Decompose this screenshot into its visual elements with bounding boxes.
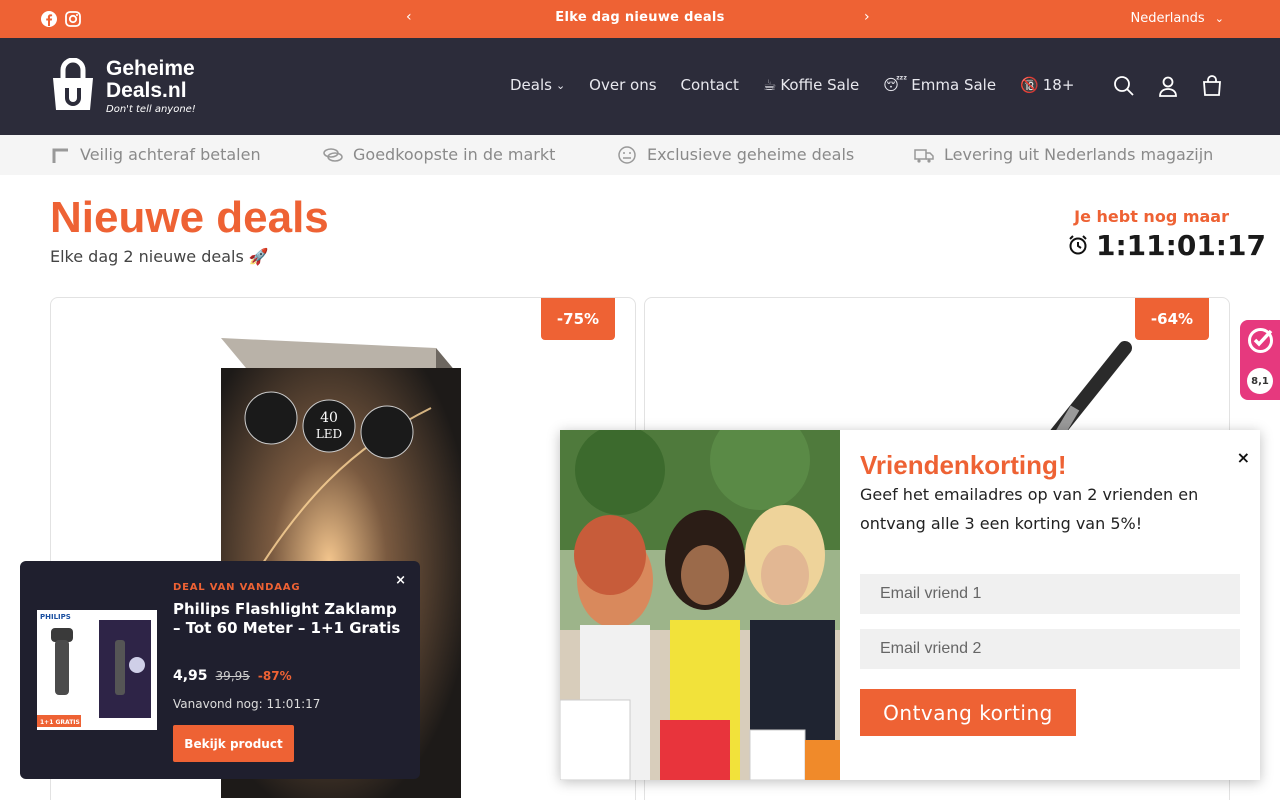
nav-item-over-ons[interactable]: Over ons	[589, 76, 656, 94]
account-icon[interactable]	[1157, 75, 1179, 97]
popup-description: Geef het emailadres op van 2 vrienden en…	[860, 485, 1199, 533]
header-icons	[1113, 75, 1223, 97]
nav-item-emma-sale[interactable]: 😴 Emma Sale	[883, 76, 996, 94]
usp-item: Goedkoopste in de markt	[323, 145, 555, 164]
shopping-bag-logo-icon	[50, 57, 96, 112]
friend-discount-popup: × Vriendenkorting! Geef het emailadres o…	[560, 430, 1260, 780]
brand-name-line2: Deals.nl	[106, 79, 187, 102]
usp-label: Levering uit Nederlands magazijn	[944, 145, 1214, 164]
close-icon[interactable]: ×	[395, 573, 406, 588]
usp-label: Veilig achteraf betalen	[80, 145, 261, 164]
main-nav: Deals ⌄ Over ons Contact ☕ Koffie Sale 😴 Em…	[510, 76, 1074, 94]
brand-name-line1: Geheime	[106, 57, 195, 80]
usp-item: Veilig achteraf betalen	[50, 145, 261, 164]
deal-product-name[interactable]: Philips Flashlight Zaklamp – Tot 60 Mete…	[173, 600, 403, 638]
usp-label: Exclusieve geheime deals	[647, 145, 855, 164]
coins-icon	[323, 146, 343, 164]
deal-kicker: DEAL VAN VANDAAG	[173, 582, 301, 593]
deal-timer: Vanavond nog: 11:01:17	[173, 697, 321, 711]
sleepy-face-icon: 😴	[883, 76, 908, 94]
usp-bar: Veilig achteraf betalen Goedkoopste in d…	[0, 135, 1280, 175]
discount-badge: -75%	[541, 298, 615, 340]
nav-label: Koffie Sale	[780, 76, 860, 94]
email-friend-1-field[interactable]	[860, 574, 1240, 614]
deal-old-price: 39,95	[215, 669, 250, 683]
countdown-timer: 1:11:01:17	[1068, 229, 1266, 262]
deal-prices: 4,95 39,95 -87%	[173, 668, 292, 684]
kiyoh-score: 8,1	[1247, 368, 1273, 394]
claim-discount-button[interactable]: Ontvang korting	[860, 689, 1076, 736]
usp-item: Levering uit Nederlands magazijn	[914, 145, 1213, 164]
deal-price: 4,95	[173, 668, 208, 684]
deal-discount: -87%	[257, 669, 292, 683]
kiyoh-check-icon	[1247, 327, 1274, 358]
kiyoh-rating-badge[interactable]: 8,1	[1240, 320, 1280, 400]
countdown-value: 1:11:01:17	[1096, 229, 1266, 262]
usp-item: Exclusieve geheime deals	[617, 145, 854, 164]
klarna-icon	[50, 146, 70, 164]
language-selector[interactable]: Nederlands ⌄	[1130, 11, 1224, 26]
nav-item-deals[interactable]: Deals ⌄	[510, 76, 565, 94]
site-header: Geheime Deals.nl Don't tell anyone! Deal…	[0, 38, 1280, 135]
nav-item-contact[interactable]: Contact	[681, 76, 739, 94]
nav-label: Emma Sale	[911, 76, 997, 94]
coffee-icon: ☕	[762, 76, 777, 94]
search-icon[interactable]	[1113, 75, 1135, 97]
shopping-friends-image	[560, 430, 840, 780]
discount-badge: -64%	[1135, 298, 1209, 340]
no-under-18-icon: 🔞	[1020, 76, 1039, 94]
deal-product-image[interactable]: PHILIPS 1+1 GRATIS	[37, 610, 157, 730]
view-product-button[interactable]: Bekijk product	[173, 725, 294, 762]
language-label: Nederlands	[1130, 11, 1205, 26]
chevron-down-icon: ⌄	[555, 78, 566, 92]
nav-label: 18+	[1042, 76, 1075, 94]
close-icon[interactable]: ×	[1237, 448, 1250, 467]
email-friend-2-field[interactable]	[860, 629, 1240, 669]
brand-tagline: Don't tell anyone!	[106, 104, 196, 115]
countdown-label: Je hebt nog maar	[1074, 207, 1229, 226]
page-subtitle: Elke dag 2 nieuwe deals 🚀	[50, 247, 269, 266]
alarm-clock-icon	[1068, 229, 1088, 262]
svg-text:LED: LED	[316, 427, 342, 441]
page-title: Nieuwe deals	[50, 193, 329, 242]
nav-item-18plus[interactable]: 🔞 18+	[1020, 76, 1074, 94]
svg-text:PHILIPS: PHILIPS	[40, 613, 71, 621]
announcement-next-icon[interactable]: ›	[864, 9, 870, 25]
nav-item-koffie-sale[interactable]: ☕ Koffie Sale	[763, 76, 859, 94]
logo[interactable]: Geheime Deals.nl Don't tell anyone!	[50, 58, 196, 115]
svg-text:40: 40	[320, 410, 338, 426]
chevron-down-icon: ⌄	[1214, 12, 1224, 25]
deal-of-the-day-popup: × PHILIPS 1+1 GRATIS DEAL VAN VANDAAG Ph…	[20, 561, 420, 779]
nav-label: Contact	[680, 76, 739, 94]
svg-text:1+1 GRATIS: 1+1 GRATIS	[40, 719, 80, 726]
usp-label: Goedkoopste in de markt	[353, 145, 556, 164]
popup-title: Vriendenkorting!	[860, 450, 1067, 480]
announcement-message: Elke dag nieuwe deals	[555, 10, 725, 25]
secret-face-icon	[617, 145, 637, 164]
nav-label: Deals	[510, 76, 552, 94]
truck-icon	[914, 146, 934, 164]
announcement-bar: ‹ Elke dag nieuwe deals › Nederlands ⌄	[0, 0, 1280, 38]
nav-label: Over ons	[589, 76, 657, 94]
cart-icon[interactable]	[1201, 75, 1223, 97]
